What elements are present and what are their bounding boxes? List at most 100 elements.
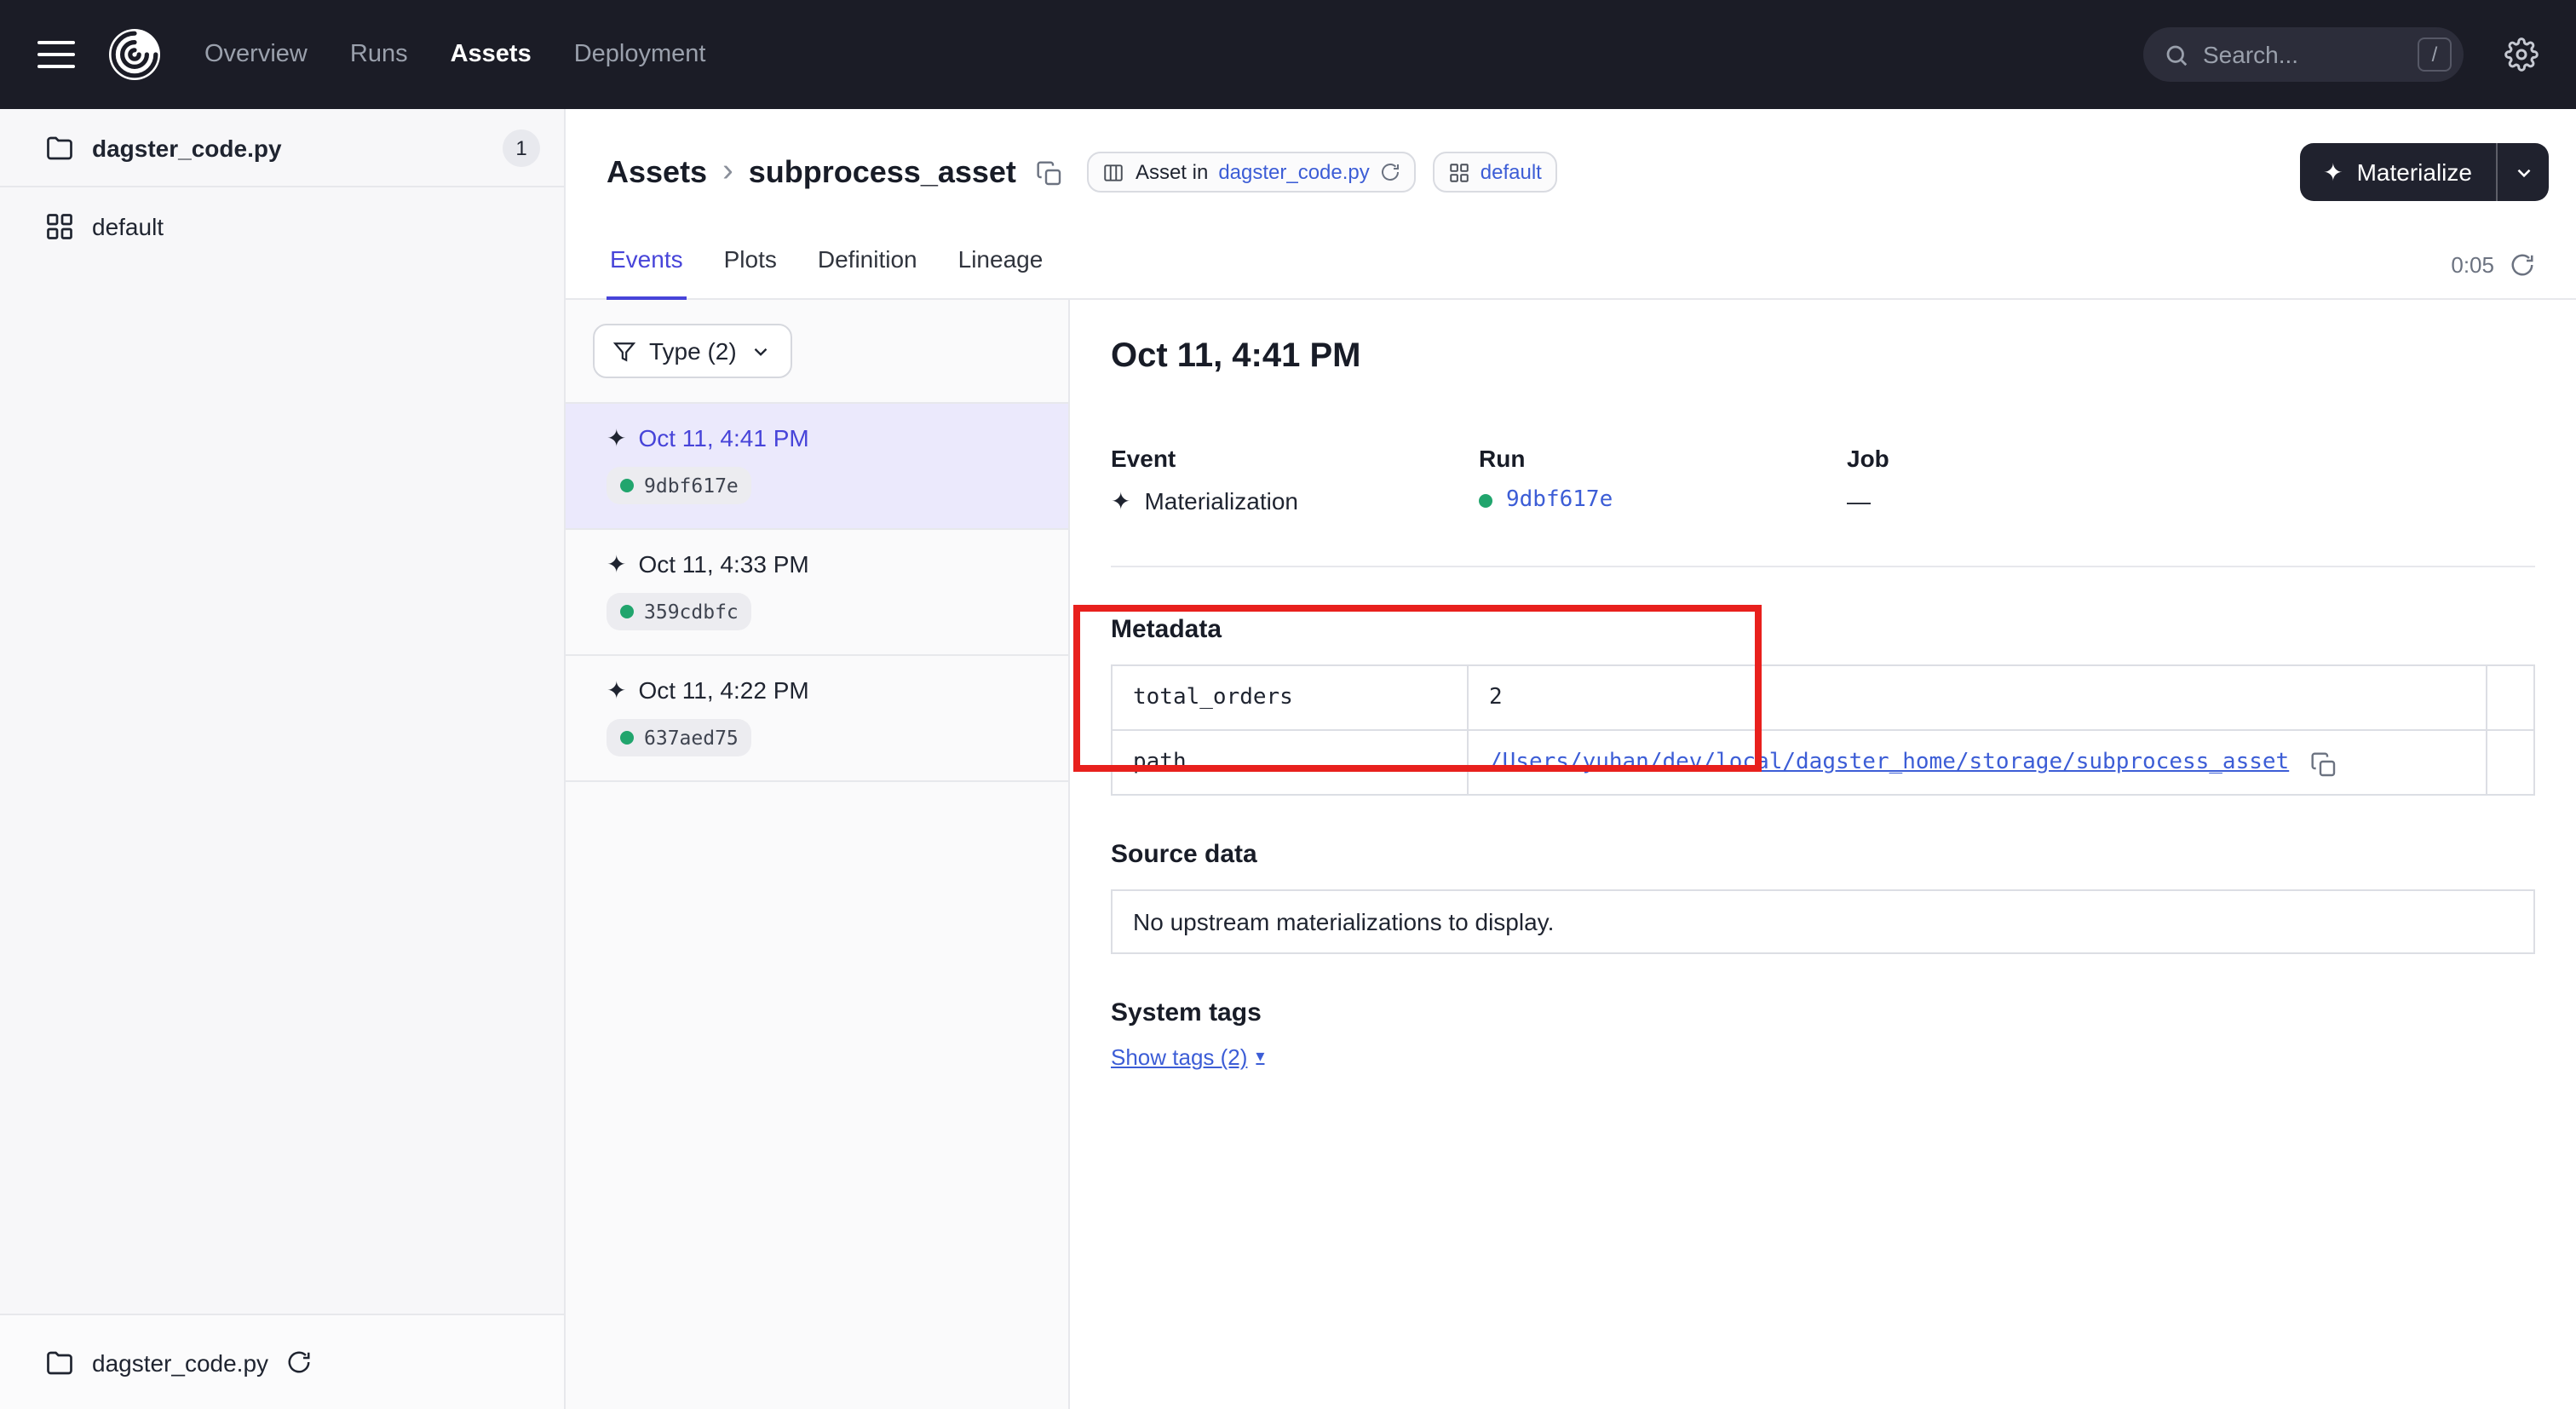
search-box[interactable]: / xyxy=(2143,27,2464,82)
grid-icon xyxy=(1448,161,1470,183)
app-viewport: Overview Runs Assets Deployment / xyxy=(0,0,2576,1409)
footer-code-location-label: dagster_code.py xyxy=(92,1349,268,1376)
run-id-link[interactable]: 9dbf617e xyxy=(1506,487,1613,513)
metadata-row: path /Users/yuhan/dev/local/dagster_home… xyxy=(1112,730,2534,795)
run-label: Run xyxy=(1479,445,1847,472)
metadata-action-cell xyxy=(2487,665,2534,730)
dagster-logo-icon[interactable] xyxy=(106,26,164,83)
folder-icon xyxy=(44,1347,75,1377)
event-list-item[interactable]: ✦ Oct 11, 4:33 PM 359cdbfc xyxy=(566,528,1068,654)
run-status-dot xyxy=(620,605,634,618)
job-value: — xyxy=(1847,487,2535,515)
asset-tabs: Events Plots Definition Lineage 0:05 xyxy=(566,228,2576,300)
event-detail-panel: Oct 11, 4:41 PM Event ✦ Materialization … xyxy=(1070,300,2576,1409)
materialization-icon: ✦ xyxy=(607,552,626,576)
gear-icon[interactable] xyxy=(2504,37,2539,72)
group-chip: default xyxy=(1433,152,1557,193)
metadata-heading: Metadata xyxy=(1111,615,2535,644)
asset-count-badge: 1 xyxy=(503,129,540,166)
tab-plots[interactable]: Plots xyxy=(721,228,780,300)
reload-icon[interactable] xyxy=(1380,162,1400,182)
caret-down-icon: ▾ xyxy=(1256,1048,1264,1067)
run-status-dot xyxy=(620,731,634,745)
materialization-icon: ✦ xyxy=(607,678,626,702)
type-filter-button[interactable]: Type (2) xyxy=(593,324,793,378)
event-timestamp: Oct 11, 4:41 PM xyxy=(638,424,808,451)
nav-item-overview[interactable]: Overview xyxy=(204,41,308,68)
asset-chip-prefix: Asset in xyxy=(1136,160,1208,184)
group-chip-link[interactable]: default xyxy=(1481,160,1542,184)
table-icon xyxy=(1103,161,1125,183)
code-location-label: dagster_code.py xyxy=(92,134,282,161)
group-label: default xyxy=(92,213,164,240)
search-input[interactable] xyxy=(2203,41,2404,68)
primary-nav: Overview Runs Assets Deployment xyxy=(204,41,705,68)
system-tags-heading: System tags xyxy=(1111,998,2535,1027)
materialize-button[interactable]: ✦ Materialize xyxy=(2299,143,2498,201)
path-link[interactable]: /Users/yuhan/dev/local/dagster_home/stor… xyxy=(1489,750,2289,775)
breadcrumb-assets[interactable]: Assets xyxy=(607,154,707,190)
divider xyxy=(1111,566,2535,567)
materialize-dropdown-icon[interactable] xyxy=(2498,143,2549,201)
refresh-timer: 0:05 xyxy=(2451,252,2494,278)
event-type-value: Materialization xyxy=(1144,487,1298,515)
events-list-panel: Type (2) ✦ Oct 11, 4:41 PM xyxy=(566,300,1070,1409)
nav-item-deployment[interactable]: Deployment xyxy=(574,41,706,68)
breadcrumb-separator: › xyxy=(722,153,733,191)
job-label: Job xyxy=(1847,445,2535,472)
filter-icon xyxy=(613,340,635,362)
refresh-icon[interactable] xyxy=(2510,252,2535,278)
run-status-dot xyxy=(620,479,634,492)
run-id: 9dbf617e xyxy=(644,474,739,497)
tab-definition[interactable]: Definition xyxy=(814,228,921,300)
asset-location-chip: Asset in dagster_code.py xyxy=(1088,152,1416,193)
metadata-table: total_orders 2 path /Users/yuhan/dev/loc… xyxy=(1111,664,2535,796)
main-panel: Assets › subprocess_asset xyxy=(566,109,2576,1409)
source-data-heading: Source data xyxy=(1111,840,2535,869)
run-id-pill[interactable]: 359cdbfc xyxy=(607,593,752,630)
asset-header: Assets › subprocess_asset xyxy=(566,109,2576,201)
asset-group-icon xyxy=(44,211,75,242)
chevron-down-icon xyxy=(750,340,773,362)
materialize-split-button: ✦ Materialize xyxy=(2299,143,2549,201)
event-timestamp: Oct 11, 4:22 PM xyxy=(638,676,808,704)
show-tags-label: Show tags (2) xyxy=(1111,1044,1247,1070)
page-title: subprocess_asset xyxy=(749,154,1016,190)
sparkle-icon: ✦ xyxy=(2323,160,2343,184)
event-label: Event xyxy=(1111,445,1479,472)
run-id-pill[interactable]: 637aed75 xyxy=(607,719,752,756)
menu-icon[interactable] xyxy=(37,41,75,68)
copy-asset-name-icon[interactable] xyxy=(1037,160,1064,187)
tab-lineage[interactable]: Lineage xyxy=(955,228,1047,300)
metadata-row: total_orders 2 xyxy=(1112,665,2534,730)
asset-sidebar: dagster_code.py 1 default xyxy=(0,109,566,1409)
event-list-item[interactable]: ✦ Oct 11, 4:41 PM 9dbf617e xyxy=(566,402,1068,528)
reload-location-icon[interactable] xyxy=(285,1349,311,1375)
asset-chip-code-location-link[interactable]: dagster_code.py xyxy=(1218,160,1369,184)
event-list-item[interactable]: ✦ Oct 11, 4:22 PM 637aed75 xyxy=(566,654,1068,782)
metadata-action-cell xyxy=(2487,730,2534,795)
sidebar-item-group-default[interactable]: default xyxy=(0,187,564,266)
folder-icon xyxy=(44,132,75,163)
search-shortcut-key: / xyxy=(2418,37,2452,72)
run-id: 637aed75 xyxy=(644,726,739,750)
materialize-label: Materialize xyxy=(2357,158,2472,186)
nav-item-runs[interactable]: Runs xyxy=(350,41,408,68)
copy-path-icon[interactable] xyxy=(2309,751,2337,778)
materialization-icon: ✦ xyxy=(1111,489,1130,513)
top-navbar: Overview Runs Assets Deployment / xyxy=(0,0,2576,109)
type-filter-label: Type (2) xyxy=(649,337,737,365)
run-status-dot xyxy=(1479,493,1492,507)
materialization-icon: ✦ xyxy=(607,426,626,450)
sidebar-footer-code-location[interactable]: dagster_code.py xyxy=(0,1314,564,1409)
run-id-pill[interactable]: 9dbf617e xyxy=(607,467,752,504)
search-icon xyxy=(2164,42,2189,67)
metadata-value: 2 xyxy=(1468,665,2487,730)
run-id: 359cdbfc xyxy=(644,600,739,624)
nav-item-assets[interactable]: Assets xyxy=(451,41,532,68)
source-data-empty-message: No upstream materializations to display. xyxy=(1111,889,2535,954)
tab-events[interactable]: Events xyxy=(607,228,687,300)
metadata-key: total_orders xyxy=(1112,665,1468,730)
sidebar-item-code-location[interactable]: dagster_code.py 1 xyxy=(0,109,564,187)
show-tags-toggle[interactable]: Show tags (2) ▾ xyxy=(1111,1044,1264,1070)
